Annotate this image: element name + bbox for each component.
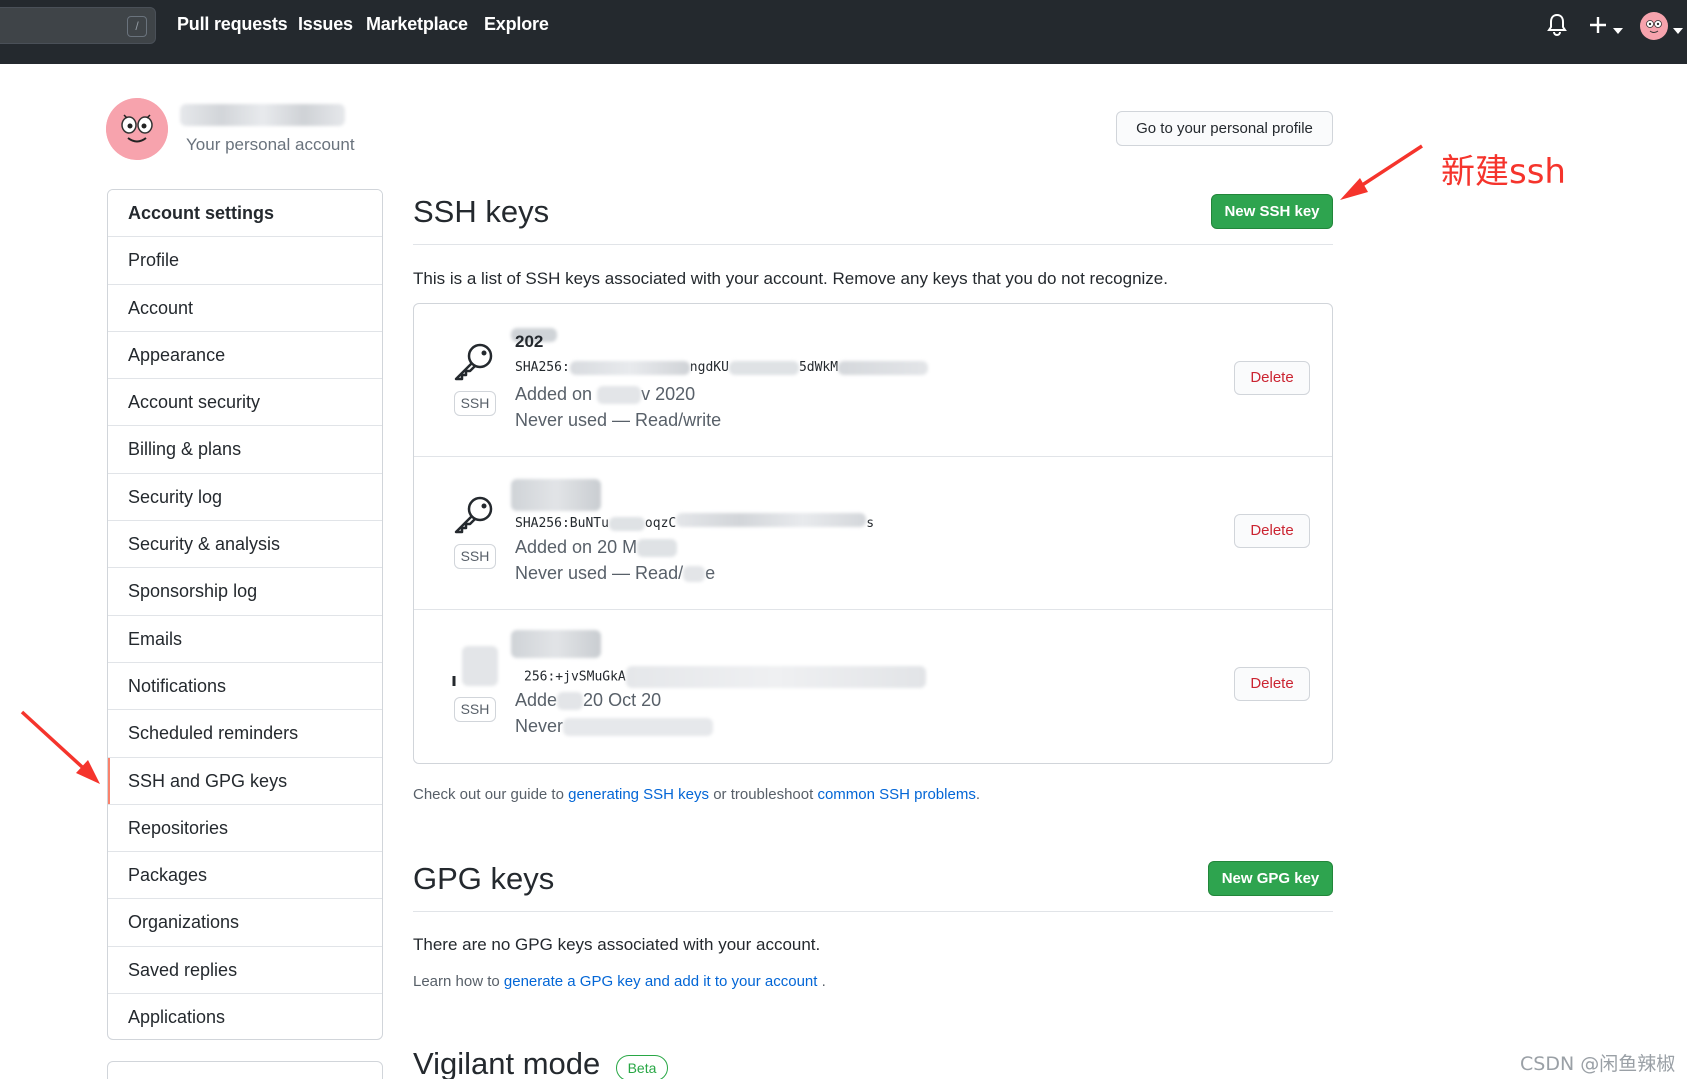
watermark: CSDN @闲鱼辣椒 xyxy=(1520,1053,1676,1075)
arrow-to-new-ssh-key xyxy=(1340,144,1423,200)
arrow-to-ssh-gpg-sidebar xyxy=(20,710,100,784)
annotation-label: 新建ssh xyxy=(1441,152,1566,192)
annotation-arrows xyxy=(20,144,1423,784)
